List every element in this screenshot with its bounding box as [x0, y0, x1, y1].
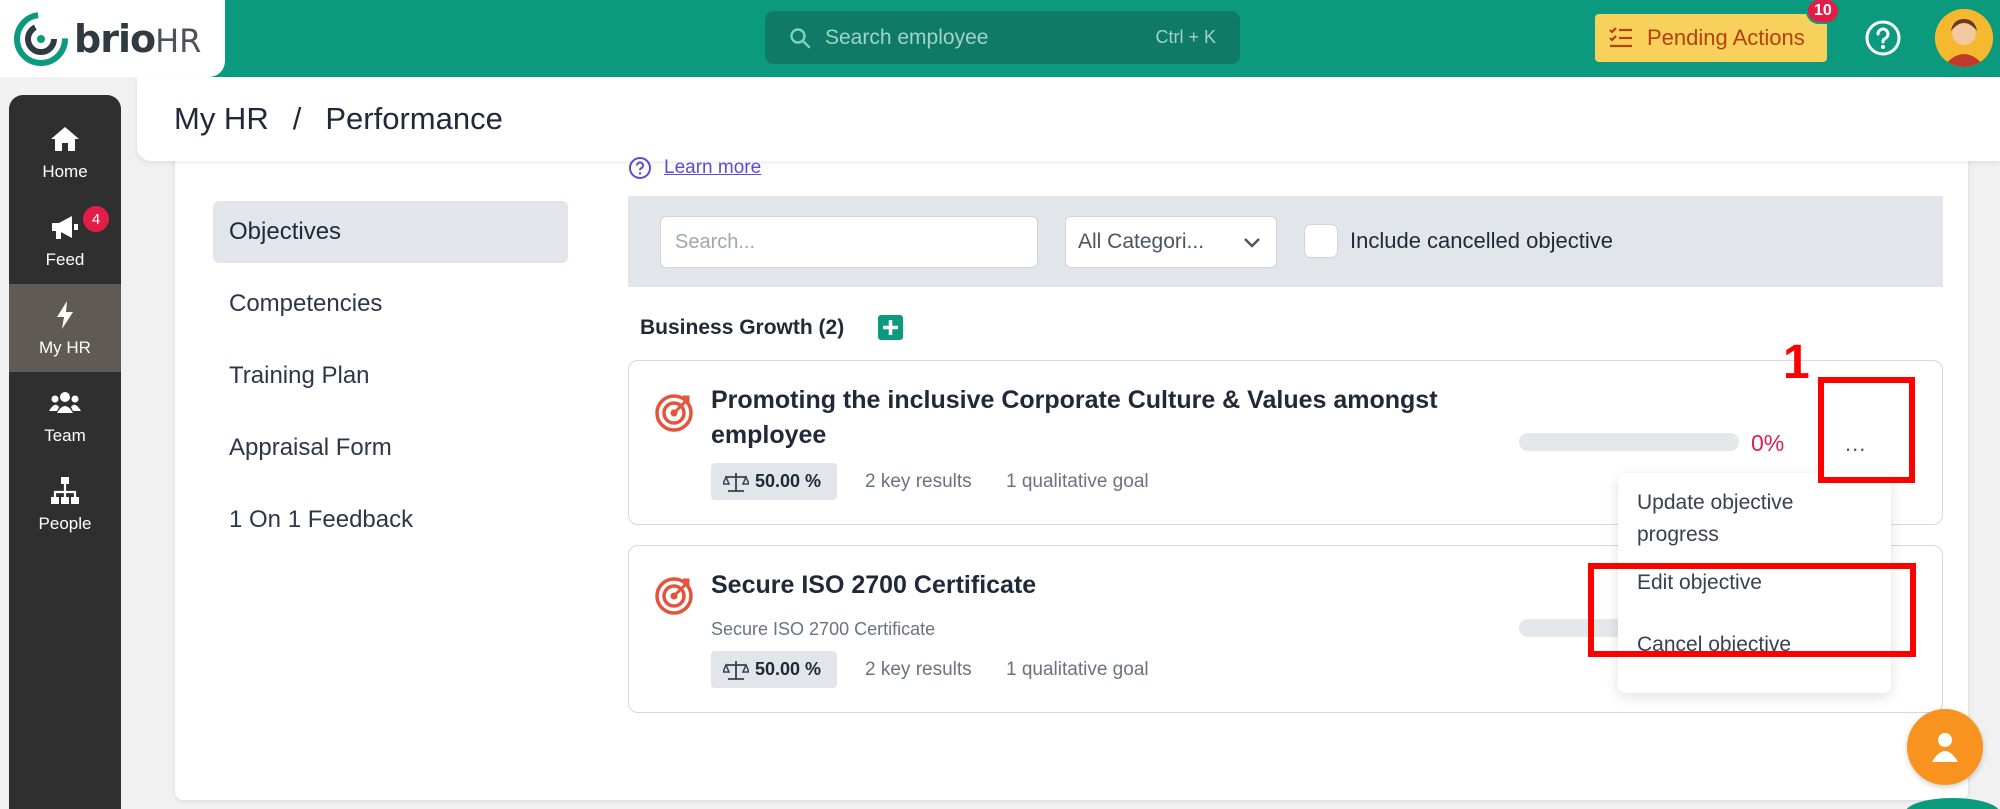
scale-balance-icon: [723, 660, 749, 680]
breadcrumb-root[interactable]: My HR: [174, 101, 269, 137]
user-avatar[interactable]: [1935, 9, 1993, 67]
megaphone-icon: [52, 216, 78, 239]
annotation-step-number: 1: [1783, 336, 1810, 389]
category-select-value: All Categori...: [1078, 230, 1205, 253]
user-icon: [1932, 733, 1958, 762]
key-results-count: 2 key results: [865, 471, 972, 492]
help-icon[interactable]: [1863, 18, 1903, 58]
sidebar-item-my-hr[interactable]: My HR: [9, 284, 121, 372]
subnav-competencies[interactable]: Competencies: [213, 273, 568, 335]
subnav-training-plan[interactable]: Training Plan: [213, 345, 568, 407]
include-cancelled-label: Include cancelled objective: [1350, 228, 1613, 253]
objective-title[interactable]: Secure ISO 2700 Certificate: [711, 568, 1036, 603]
learn-more-label: Learn more: [664, 157, 762, 178]
menu-update-objective-progress[interactable]: Update objective progress: [1618, 487, 1891, 567]
profile-fab-button[interactable]: [1907, 709, 1983, 785]
sidebar-item-label: Home: [42, 162, 88, 181]
plus-icon: [883, 320, 898, 335]
breadcrumb: My HR / Performance: [137, 77, 2000, 161]
category-select[interactable]: All Categori...: [1065, 216, 1277, 268]
highlight-edit-objective: [1588, 563, 1916, 657]
search-icon: [790, 27, 811, 48]
add-objective-button[interactable]: [878, 315, 903, 340]
sidebar-item-label: Team: [44, 426, 86, 445]
key-results-count: 2 key results: [865, 659, 972, 680]
scale-balance-icon: [723, 472, 749, 492]
pending-actions-label: Pending Actions: [1647, 25, 1805, 50]
top-bar: brioHR Ctrl + K Pending Actions 10: [0, 0, 2000, 77]
sidebar-item-label: People: [38, 514, 92, 533]
objective-weight-badge: 50.00 %: [711, 651, 837, 688]
objective-group-title: Business Growth (2): [640, 316, 845, 339]
objective-title[interactable]: Promoting the inclusive Corporate Cultur…: [711, 383, 1438, 453]
bolt-icon: [57, 301, 73, 329]
brand-name: brioHR: [74, 16, 202, 61]
employee-search[interactable]: Ctrl + K: [765, 11, 1240, 64]
objectives-filter-bar: All Categori... Include cancelled object…: [628, 196, 1943, 287]
help-circle-icon: [629, 157, 651, 179]
sidebar-item-people[interactable]: People: [9, 460, 121, 548]
team-icon: [49, 392, 81, 413]
highlight-more-button: [1818, 377, 1915, 483]
learn-more-link[interactable]: Learn more: [628, 156, 761, 180]
subnav-appraisal-form[interactable]: Appraisal Form: [213, 417, 568, 479]
checklist-icon: [1609, 27, 1632, 48]
main-sidebar: Home Feed 4 My HR Team People: [9, 95, 121, 809]
qualitative-goal-count: 1 qualitative goal: [1006, 471, 1149, 492]
breadcrumb-current: Performance: [325, 101, 503, 136]
subnav-objectives[interactable]: Objectives: [213, 201, 568, 263]
target-icon: [655, 394, 693, 432]
objective-progress-bar: [1519, 433, 1739, 451]
search-shortcut-hint: Ctrl + K: [1155, 27, 1216, 47]
objective-progress-percent: 0%: [1751, 430, 1785, 456]
feed-count-badge: 4: [83, 206, 109, 232]
objective-description: Secure ISO 2700 Certificate: [711, 619, 936, 639]
pending-count-badge: 10: [1806, 0, 1840, 24]
subnav-1on1-feedback[interactable]: 1 On 1 Feedback: [213, 489, 568, 551]
sidebar-item-feed[interactable]: Feed 4: [9, 196, 121, 284]
sidebar-item-home[interactable]: Home: [9, 108, 121, 196]
org-chart-icon: [51, 477, 79, 504]
employee-search-input[interactable]: [825, 25, 1156, 50]
brio-logo-icon: [14, 11, 68, 66]
qualitative-goal-count: 1 qualitative goal: [1006, 659, 1149, 680]
target-icon: [655, 577, 693, 615]
sidebar-item-label: My HR: [39, 338, 91, 357]
sidebar-item-team[interactable]: Team: [9, 372, 121, 460]
home-icon: [51, 127, 79, 151]
pending-actions-button[interactable]: Pending Actions: [1595, 14, 1827, 62]
breadcrumb-separator: /: [292, 101, 302, 136]
chevron-down-icon: [1244, 238, 1260, 248]
sidebar-item-label: Feed: [45, 250, 85, 269]
include-cancelled-checkbox[interactable]: [1304, 224, 1338, 258]
objective-search-input[interactable]: [660, 216, 1038, 268]
brand-logo[interactable]: brioHR: [0, 0, 225, 77]
user-avatar-icon: [1935, 9, 1993, 67]
performance-subnav: Objectives Competencies Training Plan Ap…: [213, 201, 568, 561]
objective-weight-badge: 50.00 %: [711, 463, 837, 500]
